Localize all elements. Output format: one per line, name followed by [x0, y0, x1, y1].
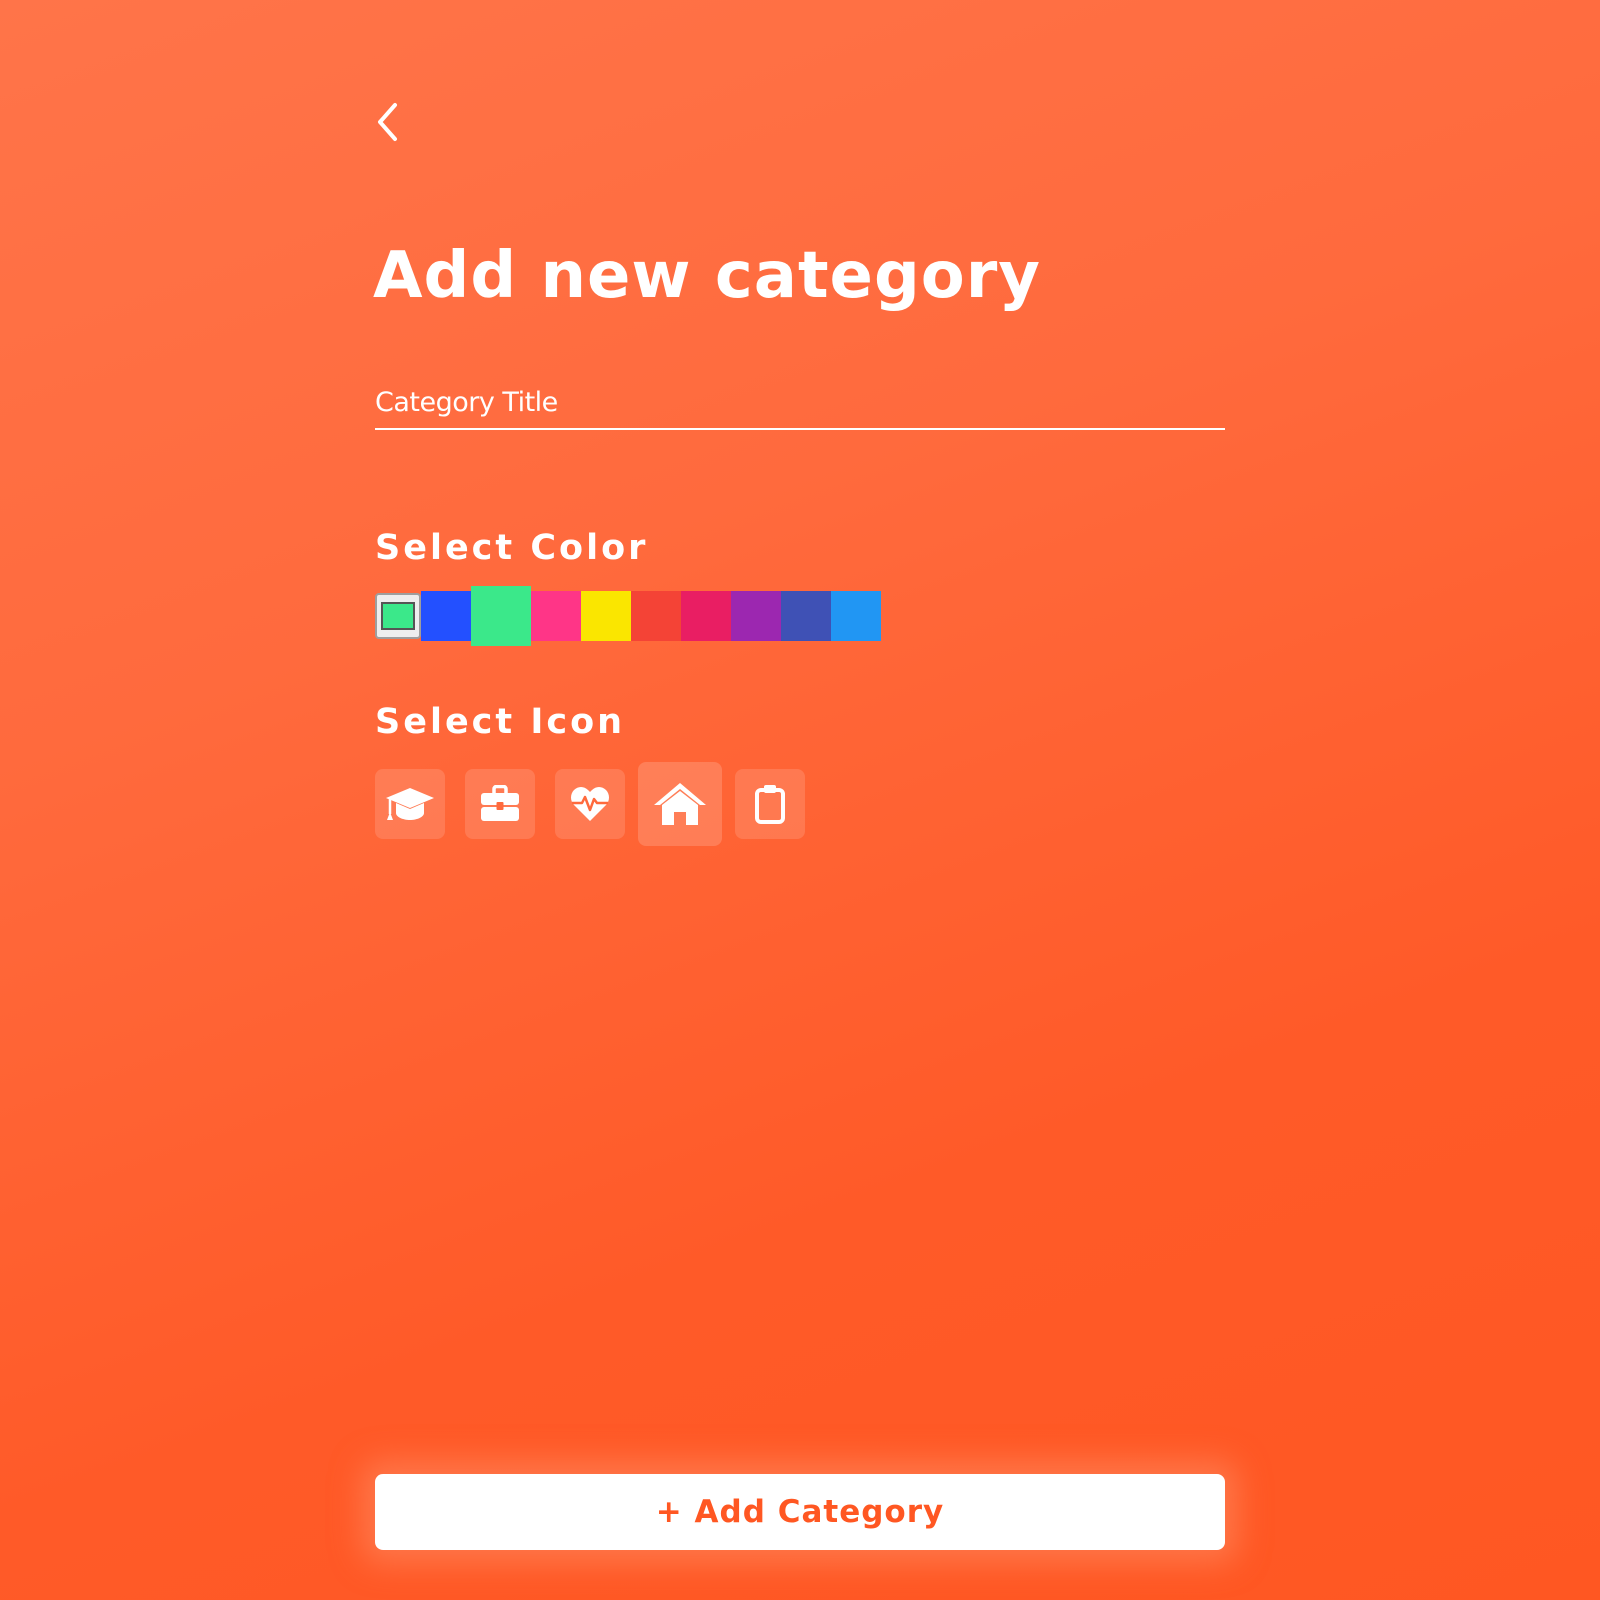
- color-swatch-pink[interactable]: [531, 591, 581, 641]
- color-swatch-crimson[interactable]: [681, 591, 731, 641]
- color-swatch-indigo[interactable]: [781, 591, 831, 641]
- clipboard-icon: [755, 785, 785, 824]
- category-form-page: Add new category Select Color Select Ico…: [373, 0, 1225, 1600]
- custom-color-picker[interactable]: [375, 593, 421, 639]
- icon-option-work[interactable]: [465, 769, 535, 839]
- briefcase-icon: [481, 785, 519, 821]
- color-swatch-purple[interactable]: [731, 591, 781, 641]
- color-swatch-red[interactable]: [631, 591, 681, 641]
- icon-options: [375, 762, 825, 846]
- icon-option-home[interactable]: [638, 762, 722, 846]
- heartbeat-icon: [571, 787, 609, 821]
- color-swatch-green[interactable]: [471, 586, 531, 646]
- icon-option-education[interactable]: [375, 769, 445, 839]
- add-category-button[interactable]: + Add Category: [375, 1474, 1225, 1550]
- select-color-label: Select Color: [375, 528, 649, 568]
- chevron-left-icon: [378, 103, 397, 141]
- color-swatch-yellow[interactable]: [581, 591, 631, 641]
- select-icon-label: Select Icon: [375, 702, 626, 742]
- color-picker-preview: [381, 602, 415, 630]
- back-button[interactable]: [375, 98, 405, 146]
- icon-option-health[interactable]: [555, 769, 625, 839]
- page-title: Add new category: [373, 239, 1041, 313]
- icon-option-tasks[interactable]: [735, 769, 805, 839]
- graduation-cap-icon: [386, 788, 434, 820]
- category-title-field: [375, 380, 1225, 430]
- category-title-input[interactable]: [375, 380, 1225, 424]
- color-swatch-light-blue[interactable]: [831, 591, 881, 641]
- home-icon: [654, 783, 706, 825]
- color-swatch-blue[interactable]: [421, 591, 471, 641]
- color-palette: [375, 586, 881, 646]
